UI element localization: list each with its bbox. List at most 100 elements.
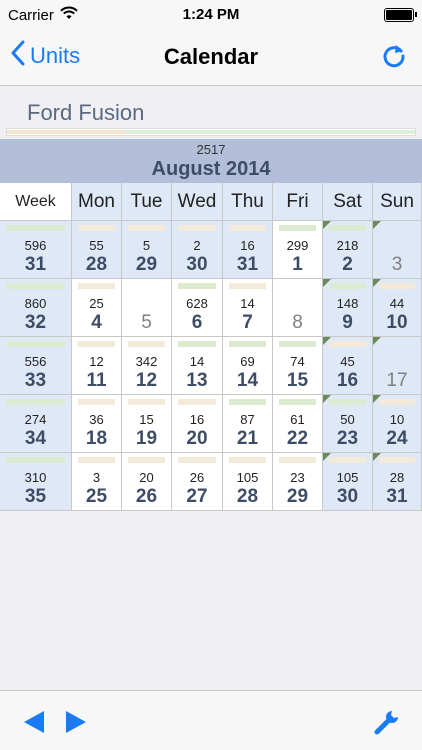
month-progress-fill: [7, 130, 126, 134]
day-cell[interactable]: 50 23: [323, 395, 373, 453]
day-number: 11: [86, 370, 107, 391]
day-amount: 55: [89, 238, 104, 253]
day-cell[interactable]: 17: [373, 337, 422, 395]
day-usage-bar: [329, 225, 366, 231]
settings-button[interactable]: [372, 707, 402, 742]
day-header-sat: Sat: [323, 183, 373, 221]
day-cell[interactable]: 44 10: [373, 279, 422, 337]
day-cell[interactable]: 16 31: [223, 221, 273, 279]
day-cell[interactable]: 20 26: [122, 453, 172, 511]
week-number: 32: [24, 312, 47, 333]
day-usage-bar: [178, 399, 216, 405]
day-header-thu: Thu: [223, 183, 273, 221]
day-cell[interactable]: 12 11: [72, 337, 122, 395]
day-number: 29: [135, 254, 158, 275]
day-cell[interactable]: 3 25: [72, 453, 122, 511]
week-cell[interactable]: 860 32: [0, 279, 72, 337]
month-header: 2517 August 2014: [0, 139, 422, 183]
day-number: 13: [186, 370, 208, 391]
week-number: 31: [24, 254, 47, 275]
week-cell[interactable]: 310 35: [0, 453, 72, 511]
status-bar: Carrier 1:24 PM: [0, 0, 422, 30]
day-cell[interactable]: 25 4: [72, 279, 122, 337]
day-cell[interactable]: 87 21: [223, 395, 273, 453]
week-cell[interactable]: 274 34: [0, 395, 72, 453]
week-amount: 274: [24, 412, 47, 427]
day-cell[interactable]: 16 20: [172, 395, 223, 453]
day-cell[interactable]: 28 31: [373, 453, 422, 511]
day-amount: 50: [340, 412, 355, 427]
day-cell[interactable]: 148 9: [323, 279, 373, 337]
week-usage-bar: [6, 341, 65, 347]
day-number: 10: [386, 312, 408, 333]
day-cell[interactable]: 15 19: [122, 395, 172, 453]
week-cell[interactable]: 596 31: [0, 221, 72, 279]
day-cell[interactable]: 5 29: [122, 221, 172, 279]
day-cell[interactable]: 628 6: [172, 279, 223, 337]
day-usage-bar: [229, 283, 266, 289]
day-cell[interactable]: 23 29: [273, 453, 323, 511]
day-amount: 148: [336, 296, 359, 311]
day-cell[interactable]: 14 13: [172, 337, 223, 395]
day-usage-bar: [229, 457, 266, 463]
day-cell[interactable]: 14 7: [223, 279, 273, 337]
day-cell[interactable]: 61 22: [273, 395, 323, 453]
day-usage-bar: [128, 225, 165, 231]
next-month-button[interactable]: [64, 709, 88, 740]
refresh-button[interactable]: [380, 42, 408, 75]
day-usage-bar: [279, 341, 316, 347]
triangle-right-icon: [64, 711, 88, 739]
day-cell[interactable]: 26 27: [172, 453, 223, 511]
day-number: 8: [292, 312, 303, 333]
day-cell[interactable]: 8: [273, 279, 323, 337]
vehicle-name: Ford Fusion: [27, 100, 145, 125]
day-amount: 15: [139, 412, 154, 427]
day-cell[interactable]: 218 2: [323, 221, 373, 279]
day-cell[interactable]: 45 16: [323, 337, 373, 395]
day-amount: 28: [389, 470, 405, 485]
day-number: 18: [85, 428, 108, 449]
day-number: 5: [141, 312, 152, 333]
day-usage-bar: [128, 457, 165, 463]
day-cell[interactable]: 55 28: [72, 221, 122, 279]
day-cell[interactable]: 69 14: [223, 337, 273, 395]
day-amount: 3: [92, 470, 101, 485]
day-cell[interactable]: 36 18: [72, 395, 122, 453]
week-usage-bar: [6, 225, 65, 231]
day-cell[interactable]: 74 15: [273, 337, 323, 395]
day-number: 19: [135, 428, 158, 449]
day-usage-bar: [379, 399, 415, 405]
day-usage-bar: [379, 457, 415, 463]
day-cell[interactable]: 10 24: [373, 395, 422, 453]
day-number: 29: [286, 486, 309, 507]
week-amount: 310: [24, 470, 47, 485]
day-cell[interactable]: 342 12: [122, 337, 172, 395]
day-amount: 87: [240, 412, 255, 427]
day-amount: 61: [290, 412, 305, 427]
day-usage-bar: [279, 399, 316, 405]
day-usage-bar: [229, 225, 266, 231]
status-time: 1:24 PM: [182, 6, 240, 23]
week-cell[interactable]: 556 33: [0, 337, 72, 395]
week-usage-bar: [6, 283, 65, 289]
calendar-grid: Week Mon Tue Wed Thu Fri Sat Sun 596 31 55…: [0, 183, 422, 511]
day-cell[interactable]: 2 30: [172, 221, 223, 279]
day-cell[interactable]: 5: [122, 279, 172, 337]
page-title: Calendar: [163, 44, 259, 69]
corner-marker: [373, 337, 381, 345]
day-number: 28: [236, 486, 259, 507]
day-amount: 2: [193, 238, 201, 253]
previous-month-button[interactable]: [22, 709, 46, 740]
day-cell[interactable]: 105 30: [323, 453, 373, 511]
day-amount: 299: [286, 238, 309, 253]
day-amount: 20: [139, 470, 154, 485]
day-cell[interactable]: 299 1: [273, 221, 323, 279]
day-usage-bar: [329, 457, 366, 463]
day-number: 2: [342, 254, 353, 275]
day-cell[interactable]: 105 28: [223, 453, 273, 511]
day-usage-bar: [78, 341, 115, 347]
day-cell[interactable]: 3: [373, 221, 422, 279]
day-amount: 23: [290, 470, 305, 485]
refresh-icon: [380, 45, 408, 74]
day-usage-bar: [229, 399, 266, 405]
